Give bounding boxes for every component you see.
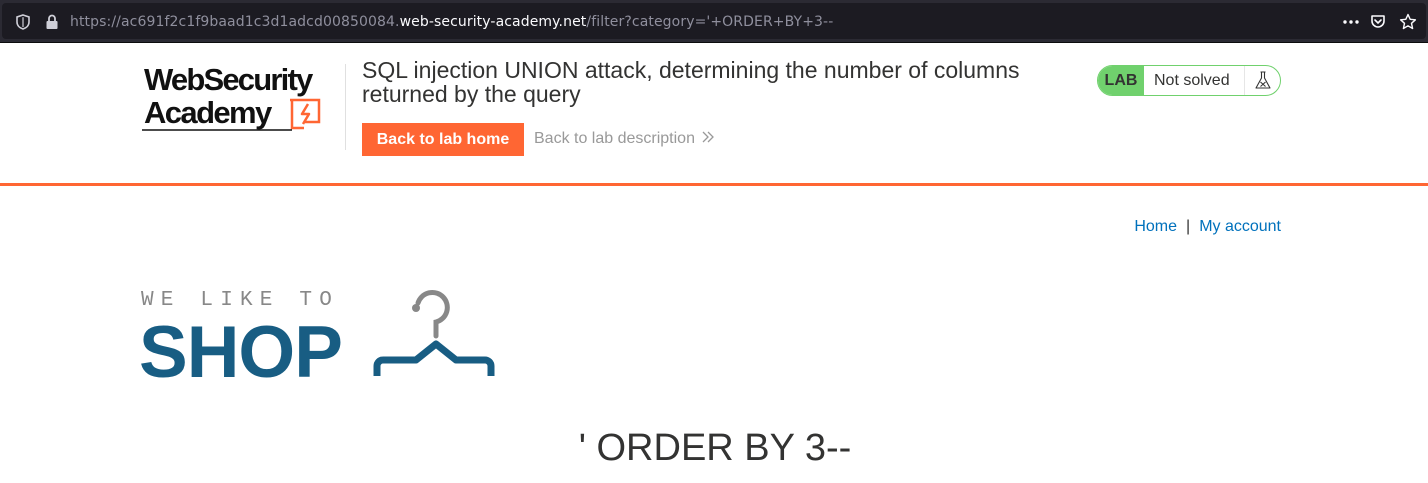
back-to-lab-home-button[interactable]: Back to lab home bbox=[362, 123, 524, 156]
lock-icon[interactable] bbox=[45, 14, 59, 30]
shop-nav: Home | My account bbox=[1134, 218, 1281, 236]
my-account-link[interactable]: My account bbox=[1199, 218, 1281, 235]
header-divider bbox=[345, 64, 346, 150]
lab-title: SQL injection UNION attack, determining … bbox=[362, 57, 1020, 107]
shop-logo-word: SHOP bbox=[140, 312, 342, 380]
url-text[interactable]: https://ac691f2c1f9baad1c3d1adcd00850084… bbox=[70, 14, 833, 30]
star-icon[interactable] bbox=[1399, 13, 1417, 31]
logo-line2: Academy bbox=[144, 95, 273, 130]
lab-status-widget: LAB Not solved bbox=[1097, 65, 1281, 96]
browser-toolbar: https://ac691f2c1f9baad1c3d1adcd00850084… bbox=[0, 0, 1428, 43]
url-domain: web-security-academy.net bbox=[399, 14, 587, 30]
shield-icon[interactable] bbox=[16, 14, 30, 30]
web-security-academy-logo[interactable]: WebSecurity Academy bbox=[142, 62, 346, 134]
logo-line1: WebSecurity bbox=[144, 62, 314, 97]
nav-separator: | bbox=[1186, 218, 1191, 235]
back-to-lab-description-label: Back to lab description bbox=[534, 130, 695, 147]
address-bar[interactable]: https://ac691f2c1f9baad1c3d1adcd00850084… bbox=[2, 3, 1426, 39]
url-path: /filter?category='+ORDER+BY+3-- bbox=[586, 14, 834, 30]
lab-badge: LAB bbox=[1098, 66, 1144, 95]
home-link[interactable]: Home bbox=[1134, 218, 1177, 235]
shop-logo: WE LIKE TO SHOP bbox=[140, 289, 495, 380]
more-icon[interactable] bbox=[1342, 13, 1360, 31]
back-to-lab-description-link[interactable]: Back to lab description bbox=[534, 130, 715, 148]
url-prefix: https://ac691f2c1f9baad1c3d1adcd00850084… bbox=[70, 14, 400, 30]
double-chevron-right-icon bbox=[702, 131, 714, 143]
shop-logo-tagline: WE LIKE TO bbox=[141, 289, 339, 312]
search-results-heading: ' ORDER BY 3-- bbox=[578, 427, 852, 469]
flask-icon bbox=[1255, 71, 1271, 89]
pocket-icon[interactable] bbox=[1370, 14, 1386, 30]
header-rule bbox=[0, 183, 1428, 186]
hanger-icon bbox=[373, 289, 495, 376]
lab-status-text: Not solved bbox=[1154, 72, 1230, 89]
lab-status-icon-box bbox=[1244, 66, 1280, 95]
